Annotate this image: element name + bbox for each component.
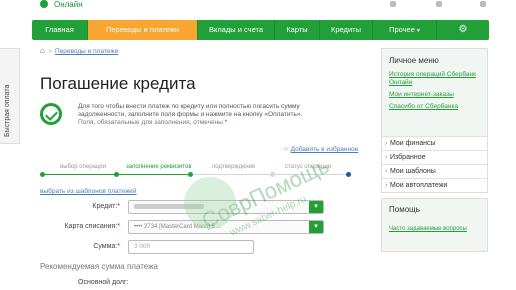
nav-item-other-label: Прочее bbox=[389, 25, 415, 34]
help-panel: Помощь Часто задаваемые вопросы bbox=[381, 198, 488, 252]
internet-orders-link[interactable]: Мои интернет-заказы bbox=[389, 91, 480, 99]
required-star: * bbox=[117, 203, 120, 210]
nav-item-other[interactable]: Прочее ▾ bbox=[373, 20, 437, 40]
nav-item-credits[interactable]: Кредиты bbox=[320, 20, 373, 40]
top-right-controls bbox=[390, 1, 486, 9]
step-dot bbox=[114, 172, 119, 177]
credit-label-text: Кредит: bbox=[92, 203, 118, 210]
top-icon[interactable] bbox=[436, 1, 442, 7]
required-note: Поля, обязательные для заполнения, отмеч… bbox=[78, 119, 223, 126]
required-star: * bbox=[117, 243, 120, 250]
step-dot bbox=[188, 172, 193, 177]
quick-pay-tab[interactable]: Быстрая оплата bbox=[0, 48, 20, 144]
add-favorite-link[interactable]: Добавить в избранное bbox=[291, 146, 359, 153]
card-select[interactable]: •••• 2734 [MasterCard Mass] 5 ... ▾ bbox=[128, 220, 324, 234]
card-row: Карта списания:* •••• 2734 [MasterCard M… bbox=[40, 220, 340, 234]
step-status: статус операции bbox=[285, 164, 332, 170]
brand-logo[interactable]: Онлайн bbox=[40, 0, 83, 9]
nav-item-cards[interactable]: Карты bbox=[275, 20, 320, 40]
main-debt-label: Основной долг: bbox=[78, 279, 129, 286]
add-favorite[interactable]: ☆ Добавить в избранное bbox=[283, 145, 358, 153]
thanks-link[interactable]: Спасибо от Сбербанка bbox=[389, 103, 480, 111]
personal-menu-header: Личное меню История операций Сбербанк Он… bbox=[382, 49, 487, 136]
step-dot bbox=[346, 172, 351, 177]
top-icon[interactable] bbox=[480, 1, 486, 7]
credit-select[interactable]: ▾ bbox=[128, 200, 324, 214]
history-link[interactable]: История операций Сбербанк Онлайн bbox=[389, 71, 480, 87]
nav-item-deposits[interactable]: Вклады и счета bbox=[198, 20, 275, 40]
amount-label: Сумма:* bbox=[93, 243, 120, 250]
breadcrumb-link-transfers[interactable]: Переводы и платежи bbox=[55, 48, 118, 55]
help-title: Помощь bbox=[389, 205, 420, 214]
menu-item-finances[interactable]: Мои финансы bbox=[382, 136, 487, 151]
required-star: * bbox=[224, 119, 228, 126]
home-icon[interactable]: ⌂ bbox=[40, 46, 45, 55]
top-bar: Онлайн bbox=[0, 0, 516, 18]
step-select-operation: выбор операции bbox=[60, 164, 107, 170]
main-nav: Главная Переводы и платежи Вклады и счет… bbox=[32, 20, 489, 40]
star-icon: ☆ bbox=[283, 146, 289, 153]
brand-dot-icon bbox=[40, 0, 48, 8]
card-label: Карта списания:* bbox=[64, 223, 120, 230]
gear-icon[interactable]: ⚙ bbox=[437, 20, 489, 40]
credit-value-blurred bbox=[134, 203, 204, 209]
choose-template-link[interactable]: выбрать из шаблонов платежей bbox=[40, 188, 137, 195]
step-dot bbox=[40, 172, 45, 177]
required-star: * bbox=[117, 223, 120, 230]
amount-row: Сумма:* 3 000 bbox=[40, 240, 340, 254]
card-label-text: Карта списания: bbox=[64, 223, 118, 230]
brand-name: Онлайн bbox=[54, 0, 83, 9]
chevron-down-icon[interactable]: ▾ bbox=[309, 201, 323, 213]
amount-input[interactable]: 3 000 bbox=[128, 240, 254, 254]
quick-pay-label: Быстрая оплата bbox=[4, 84, 11, 137]
breadcrumb: ⌂ › Переводы и платежи bbox=[40, 46, 118, 55]
info-description: Для того чтобы внести платеж по кредиту … bbox=[78, 103, 303, 118]
step-confirmation: подтверждение bbox=[212, 164, 256, 170]
sberbank-logo-icon bbox=[40, 103, 62, 125]
top-icon[interactable] bbox=[390, 1, 396, 7]
nav-item-home[interactable]: Главная bbox=[32, 20, 88, 40]
nav-item-transfers[interactable]: Переводы и платежи bbox=[88, 20, 198, 40]
page-title: Погашение кредита bbox=[40, 74, 196, 93]
amount-label-text: Сумма: bbox=[93, 243, 118, 250]
caret-down-icon: ▾ bbox=[416, 28, 420, 34]
info-text: Для того чтобы внести платеж по кредиту … bbox=[78, 103, 318, 127]
faq-link[interactable]: Часто задаваемые вопросы bbox=[389, 226, 480, 233]
personal-menu: Личное меню История операций Сбербанк Он… bbox=[381, 48, 488, 193]
breadcrumb-arrow-icon: › bbox=[48, 48, 52, 55]
recommended-heading: Рекомендуемая сумма платежа bbox=[40, 262, 158, 271]
step-dot bbox=[270, 172, 275, 177]
progress-steps: выбор операции заполнение реквизитов под… bbox=[40, 164, 351, 184]
credit-label: Кредит:* bbox=[92, 203, 120, 210]
menu-item-templates[interactable]: Мои шаблоны bbox=[382, 164, 487, 179]
credit-row: Кредит:* ▾ bbox=[40, 200, 340, 214]
step-fill-details: заполнение реквизитов bbox=[126, 164, 192, 170]
personal-menu-title: Личное меню bbox=[389, 56, 439, 65]
menu-item-autopayments[interactable]: Мои автоплатежи bbox=[382, 178, 487, 193]
chevron-down-icon[interactable]: ▾ bbox=[309, 221, 323, 233]
card-value: •••• 2734 [MasterCard Mass] 5 ... bbox=[134, 224, 222, 230]
menu-item-favorites[interactable]: Избранное bbox=[382, 150, 487, 165]
